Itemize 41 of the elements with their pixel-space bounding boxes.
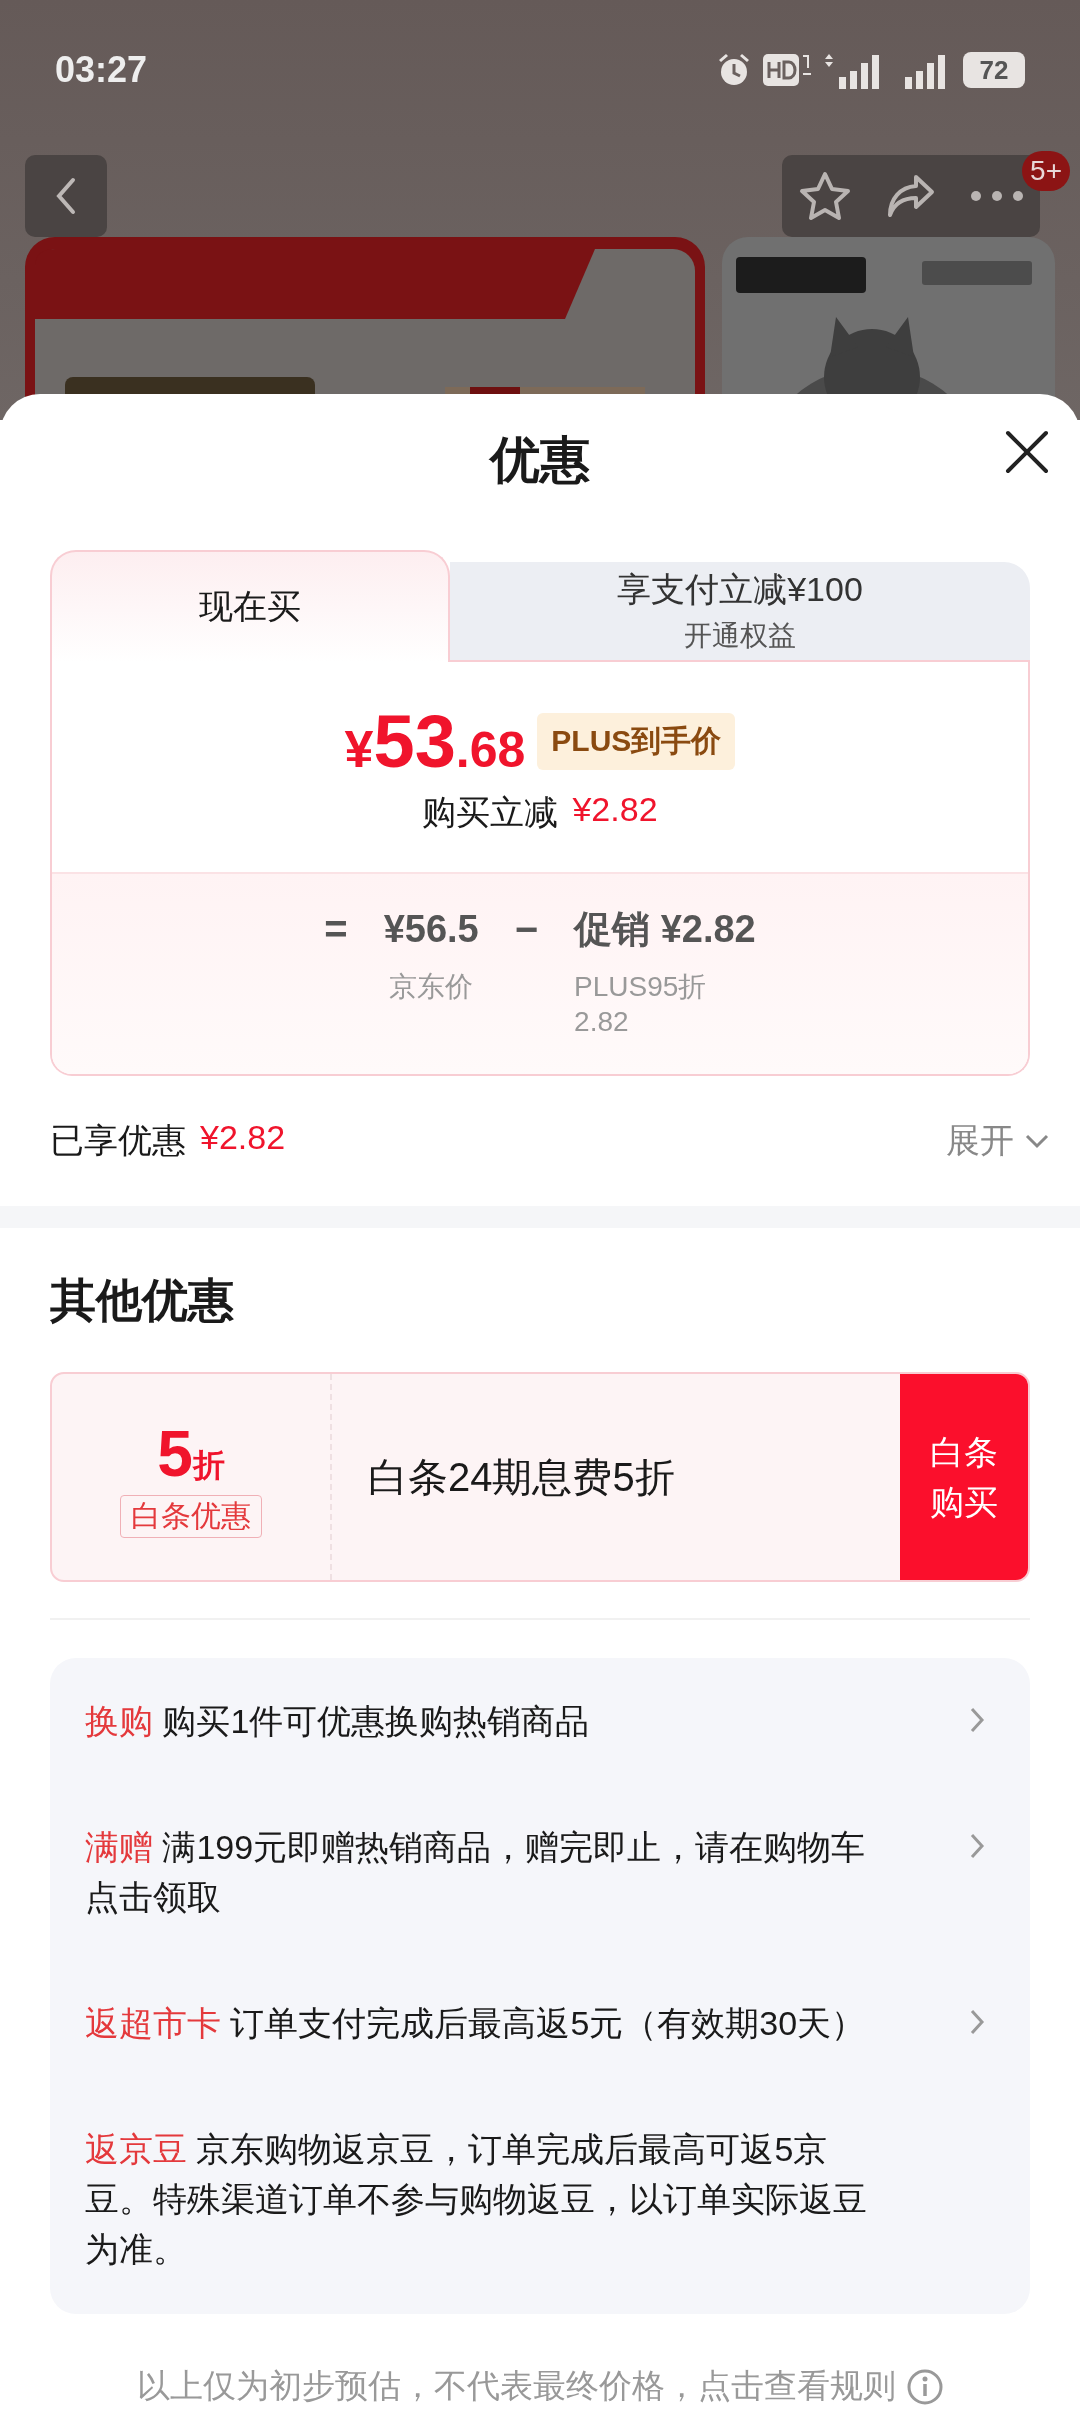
promo-sublabel: 2.82 [574,1006,630,1038]
close-button[interactable] [1004,429,1050,475]
chevron-down-icon [1024,1133,1050,1149]
enjoyed-label: 已享优惠 [50,1120,186,1161]
base-price-label: 京东价 [389,970,474,1004]
price: ¥53.68 [344,698,526,784]
star-icon [798,170,852,222]
offer-text: 返超市卡 订单支付完成后最高返5元（有效期30天） [85,2003,866,2044]
discount-value: 5折 [157,1416,225,1491]
disclaimer-link[interactable]: 以上仅为初步预估，不代表最终价格，点击查看规则 [136,2364,896,2409]
offer-text: 满赠 满199元即赠热销商品，赠完即止，请在购物车点击领取 [85,1827,867,1918]
promo-amount: 促销 ¥2.82 [574,907,756,952]
tab[interactable]: 享支付立减¥100 开通权益 [450,562,1030,662]
equals-sign: = [324,906,348,953]
more-icon [969,189,1025,203]
back-button[interactable] [25,155,107,237]
tab[interactable]: 现在买 [50,550,450,662]
hd-icon [763,52,813,88]
coupon-tag: 白条优惠 [120,1494,262,1538]
status-time: 03:27 [55,49,148,91]
chevron-right-icon[interactable] [969,1706,985,1734]
close-icon [1004,429,1050,475]
chevron-right-icon[interactable] [969,1832,985,1860]
coupon-text: 白条24期息费5折 [367,1453,676,1501]
promo-label: PLUS95折 [574,970,708,1004]
section-title: 其他优惠 [50,1273,235,1328]
expand-button[interactable]: 展开 [946,1118,1050,1164]
offer-text: 返京豆 京东购物返京豆，订单完成后最高可返5京豆。特殊渠道订单不参与购物返豆，以订单实际返豆为准。 [85,2129,868,2270]
notification-badge: 5+ [1022,151,1070,191]
info-icon[interactable] [905,2367,944,2406]
enjoyed-amount: ¥2.82 [200,1118,286,1158]
saving-label: 购买立减 [422,791,559,833]
base-price: ¥56.5 [383,907,479,952]
price-tag: PLUS到手价 [537,712,736,770]
offer-text: 换购 购买1件可优惠换购热销商品 [85,1701,590,1742]
battery-icon: 72 [963,52,1025,88]
chevron-right-icon[interactable] [969,2008,985,2036]
minus-sign: − [514,906,539,953]
saving-amount: ¥2.82 [572,789,658,830]
buy-button[interactable]: 白条购买 [900,1374,1028,1580]
sheet-title: 优惠 [490,430,590,490]
